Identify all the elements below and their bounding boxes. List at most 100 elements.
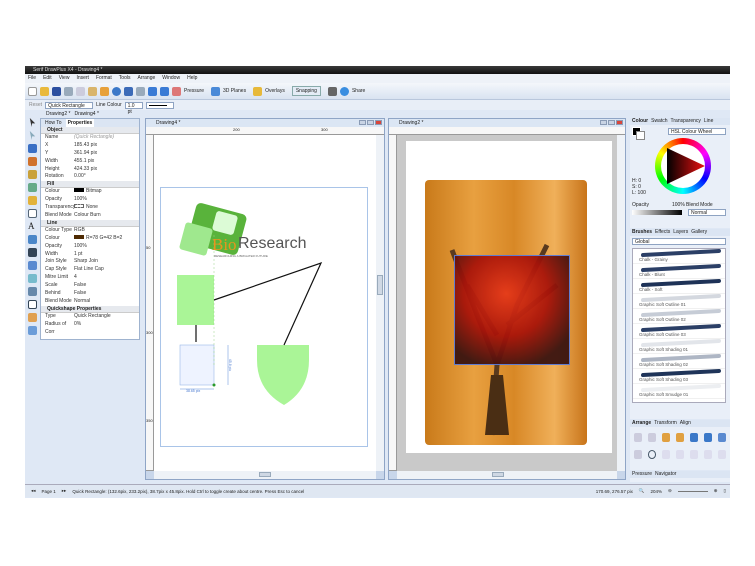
tab-pressure[interactable]: Pressure <box>632 471 652 478</box>
property-value[interactable]: 4 <box>74 274 77 282</box>
stamp-tool-icon[interactable] <box>28 287 37 296</box>
pressure-button[interactable]: Pressure <box>184 88 204 94</box>
brush-item[interactable]: Graphic Soft Outline 02 <box>633 308 725 324</box>
section-header[interactable]: Line <box>41 219 139 227</box>
share-button[interactable]: Share <box>352 88 365 94</box>
brush-list[interactable]: Chalk - Grainy Chalk - Blunt Chalk - Soft G… <box>632 248 726 403</box>
property-row[interactable]: Cap Style Flat Line Cap <box>41 266 139 274</box>
tab-colour[interactable]: Colour <box>632 118 648 125</box>
node-tool-icon[interactable] <box>29 131 36 140</box>
fill-bucket-icon[interactable] <box>28 261 37 270</box>
exclude-icon[interactable] <box>704 450 713 459</box>
pressure-icon[interactable] <box>172 86 181 96</box>
combine-icon[interactable] <box>647 450 657 459</box>
tab-swatch[interactable]: Swatch <box>651 118 667 125</box>
property-row[interactable]: Behind False <box>41 290 139 298</box>
brush-item[interactable]: Graphic Soft Smudge 01 <box>633 383 725 399</box>
property-value[interactable]: 0.00° <box>74 173 86 181</box>
horizontal-scrollbar[interactable] <box>397 471 617 479</box>
cut-icon[interactable] <box>64 86 73 96</box>
crop-tool-icon[interactable] <box>28 300 37 309</box>
colour-mode-select[interactable]: HSL Colour Wheel <box>668 128 726 135</box>
connector-tool-icon[interactable] <box>28 183 37 192</box>
share-icon[interactable] <box>339 86 349 96</box>
menu-window[interactable]: Window <box>162 74 180 83</box>
horizontal-ruler[interactable]: 200 300 <box>146 127 384 135</box>
fill-colour-swatch[interactable] <box>636 131 645 140</box>
pointer-tool-icon[interactable] <box>29 118 36 127</box>
property-value[interactable]: (Quick Rectangle) <box>74 134 114 142</box>
blend-tool-icon[interactable] <box>28 326 37 335</box>
brush-item[interactable]: Chalk - Blunt <box>633 263 725 279</box>
property-row[interactable]: Height 424.33 pix <box>41 166 139 174</box>
menu-view[interactable]: View <box>59 74 70 83</box>
brush-item[interactable]: Chalk - Soft <box>633 278 725 294</box>
overlays-button[interactable]: Overlays <box>265 88 285 94</box>
menu-arrange[interactable]: Arrange <box>137 74 155 83</box>
tab-how-to[interactable]: How To <box>45 119 62 127</box>
horizontal-scrollbar[interactable] <box>154 471 376 479</box>
shape-select[interactable]: Quick Rectangle <box>45 101 94 109</box>
property-row[interactable]: Width 1 pt <box>41 251 139 259</box>
selected-rectangle-bitmap-fill[interactable] <box>454 255 570 365</box>
property-value[interactable]: 361.94 pix <box>74 150 97 158</box>
text-tool-icon[interactable]: A <box>28 222 37 231</box>
property-value[interactable]: 0% <box>74 321 81 329</box>
quickshape-tool-icon[interactable] <box>28 209 37 218</box>
menu-file[interactable]: File <box>28 74 36 83</box>
property-value[interactable]: Bitmap <box>86 188 102 196</box>
horizontal-ruler[interactable] <box>389 127 625 135</box>
page-nav-next[interactable]: ▸▸ <box>62 488 67 494</box>
property-value[interactable]: RGB <box>74 227 85 235</box>
tab-arrange[interactable]: Arrange <box>632 420 651 427</box>
property-value[interactable]: 455.1 pix <box>74 158 94 166</box>
property-row[interactable]: X 185.43 pix <box>41 142 139 150</box>
vertical-scrollbar[interactable] <box>617 135 625 471</box>
page-icon[interactable]: ▯ <box>724 488 726 494</box>
copy-icon[interactable] <box>76 86 85 96</box>
undo-icon[interactable] <box>124 86 133 96</box>
brush-category-select[interactable]: Global <box>632 238 726 245</box>
zoom-tool-icon[interactable]: 🔍 <box>639 488 645 494</box>
brush-item[interactable]: Graphic Soft Shading 03 <box>633 368 725 384</box>
property-value[interactable]: Sharp Join <box>74 258 98 266</box>
property-value[interactable]: 185.43 pix <box>74 142 97 150</box>
paint-tool-icon[interactable] <box>28 170 37 179</box>
canvas[interactable] <box>397 135 617 471</box>
property-row[interactable]: Blend Mode Normal <box>41 298 139 306</box>
line-colour-button[interactable]: Line Colour <box>96 102 122 108</box>
close-button[interactable] <box>375 120 382 125</box>
forward-one-icon[interactable] <box>662 433 670 442</box>
3d-planes-icon[interactable] <box>211 86 221 96</box>
transparency-tool-icon[interactable] <box>28 274 37 283</box>
property-row[interactable]: Type Quick Rectangle <box>41 313 139 321</box>
property-value[interactable]: 100% <box>74 196 87 204</box>
property-row[interactable]: Scale False <box>41 282 139 290</box>
tab-properties[interactable]: Properties <box>65 119 95 127</box>
minimize-button[interactable] <box>359 120 366 125</box>
opacity-slider[interactable] <box>632 210 682 215</box>
brush-tool-icon[interactable] <box>28 157 37 166</box>
brush-item[interactable]: Graphic Soft Outline 03 <box>633 323 725 339</box>
group-icon[interactable] <box>634 450 642 459</box>
menu-format[interactable]: Format <box>96 74 112 83</box>
zoom-slider[interactable] <box>677 490 708 492</box>
brush-item[interactable]: Graphic Soft Shading 01 <box>633 338 725 354</box>
property-value[interactable]: Flat Line Cap <box>74 266 104 274</box>
vertical-scrollbar[interactable] <box>376 135 384 471</box>
bring-to-front-icon[interactable] <box>634 433 642 442</box>
property-value[interactable]: Quick Rectangle <box>74 313 111 321</box>
tab-align[interactable]: Align <box>680 420 691 427</box>
zoom-level[interactable]: 204% <box>650 489 662 494</box>
brush-item[interactable]: Graphic Soft Outline 01 <box>633 293 725 309</box>
line-style-select[interactable] <box>145 101 174 109</box>
property-row[interactable]: Colour R=78 G=42 B=2 <box>41 234 139 243</box>
property-value[interactable]: 1 pt <box>74 251 82 259</box>
line-width-input[interactable]: 1.0 pt <box>124 101 143 115</box>
property-row[interactable]: Rotation 0.00° <box>41 173 139 181</box>
back-one-icon[interactable] <box>676 433 684 442</box>
property-row[interactable]: Width 455.1 pix <box>41 158 139 166</box>
tab-layers[interactable]: Layers <box>673 229 688 236</box>
rotate-icon[interactable] <box>160 86 169 96</box>
property-value[interactable]: 424.33 pix <box>74 166 97 174</box>
